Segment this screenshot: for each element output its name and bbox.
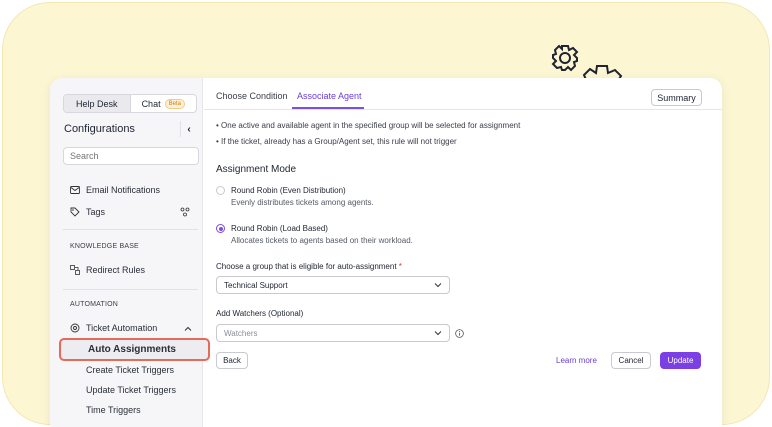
tab-bar: Choose Condition Associate Agent Summary bbox=[204, 78, 722, 110]
channel-switch: Help Desk Chat Beta bbox=[63, 94, 197, 113]
update-button[interactable]: Update bbox=[660, 352, 701, 369]
load-based-radio[interactable] bbox=[216, 224, 225, 233]
tag-settings-icon[interactable] bbox=[180, 207, 190, 217]
required-mark: * bbox=[398, 262, 402, 271]
even-distribution-description: Evenly distributes tickets among agents. bbox=[231, 198, 374, 207]
group-label-text: Choose a group that is eligible for auto… bbox=[216, 262, 397, 271]
tag-icon bbox=[70, 207, 80, 217]
chevron-down-icon bbox=[434, 331, 442, 336]
knowledge-base-section-label: KNOWLEDGE BASE bbox=[70, 243, 139, 250]
configurations-title: Configurations bbox=[64, 123, 135, 135]
divider bbox=[63, 229, 198, 230]
beta-badge: Beta bbox=[164, 98, 185, 109]
even-distribution-radio[interactable] bbox=[216, 186, 225, 195]
automation-icon bbox=[70, 323, 80, 333]
sidebar-item-create-ticket-triggers[interactable]: Create Ticket Triggers bbox=[86, 365, 174, 375]
configuration-window: Help Desk Chat Beta Configurations ‹ Ema… bbox=[50, 78, 722, 427]
redirect-rules-label: Redirect Rules bbox=[86, 265, 146, 275]
chat-label: Chat bbox=[141, 98, 161, 109]
tab-associate-agent[interactable]: Associate Agent bbox=[297, 91, 362, 101]
active-tab-indicator bbox=[292, 107, 364, 109]
chevron-up-icon[interactable] bbox=[184, 325, 192, 333]
info-bullet-text: If the ticket, already has a Group/Agent… bbox=[221, 137, 457, 146]
cancel-button[interactable]: Cancel bbox=[611, 352, 651, 369]
sidebar-item-tags[interactable]: Tags bbox=[70, 207, 105, 217]
group-select-value: Technical Support bbox=[224, 280, 288, 290]
help-desk-tab[interactable]: Help Desk bbox=[64, 95, 131, 112]
back-button[interactable]: Back bbox=[216, 352, 248, 369]
tab-choose-condition[interactable]: Choose Condition bbox=[216, 91, 288, 101]
sidebar-item-time-triggers[interactable]: Time Triggers bbox=[86, 405, 141, 415]
chat-tab[interactable]: Chat Beta bbox=[131, 95, 197, 112]
sidebar-item-update-ticket-triggers[interactable]: Update Ticket Triggers bbox=[86, 385, 176, 395]
search-input[interactable] bbox=[63, 147, 199, 165]
assignment-mode-title: Assignment Mode bbox=[216, 164, 297, 175]
tags-label: Tags bbox=[86, 207, 106, 217]
info-bullet: • One active and available agent in the … bbox=[216, 121, 521, 130]
summary-button[interactable]: Summary bbox=[651, 89, 702, 106]
main-panel: Choose Condition Associate Agent Summary… bbox=[204, 78, 722, 427]
chevron-down-icon bbox=[434, 283, 442, 288]
group-field-label: Choose a group that is eligible for auto… bbox=[216, 262, 402, 271]
info-icon[interactable] bbox=[455, 329, 464, 338]
even-distribution-title[interactable]: Round Robin (Even Distribution) bbox=[231, 186, 346, 195]
watchers-field-label: Add Watchers (Optional) bbox=[216, 309, 304, 318]
load-based-title[interactable]: Round Robin (Load Based) bbox=[231, 224, 328, 233]
redirect-icon bbox=[70, 265, 80, 275]
learn-more-link[interactable]: Learn more bbox=[556, 356, 597, 365]
sidebar-item-auto-assignments[interactable]: Auto Assignments bbox=[59, 338, 210, 361]
sidebar-item-email-notifications[interactable]: Email Notifications bbox=[70, 185, 160, 195]
automation-section-label: AUTOMATION bbox=[70, 301, 119, 308]
ticket-automation-label: Ticket Automation bbox=[86, 323, 158, 333]
collapse-sidebar-button[interactable]: ‹ bbox=[180, 121, 197, 137]
email-icon bbox=[70, 186, 80, 194]
sidebar: Help Desk Chat Beta Configurations ‹ Ema… bbox=[50, 78, 210, 427]
info-bullet: • If the ticket, already has a Group/Age… bbox=[216, 137, 457, 146]
info-bullet-text: One active and available agent in the sp… bbox=[221, 121, 521, 130]
group-select[interactable]: Technical Support bbox=[216, 276, 450, 294]
help-desk-label: Help Desk bbox=[75, 98, 118, 109]
sidebar-item-redirect-rules[interactable]: Redirect Rules bbox=[70, 265, 145, 275]
load-based-description: Allocates tickets to agents based on the… bbox=[231, 236, 413, 245]
email-notifications-label: Email Notifications bbox=[86, 185, 161, 195]
watchers-placeholder: Watchers bbox=[224, 328, 258, 338]
watchers-select[interactable]: Watchers bbox=[216, 324, 450, 342]
sidebar-item-ticket-automation[interactable]: Ticket Automation bbox=[70, 323, 157, 333]
divider bbox=[63, 289, 198, 290]
